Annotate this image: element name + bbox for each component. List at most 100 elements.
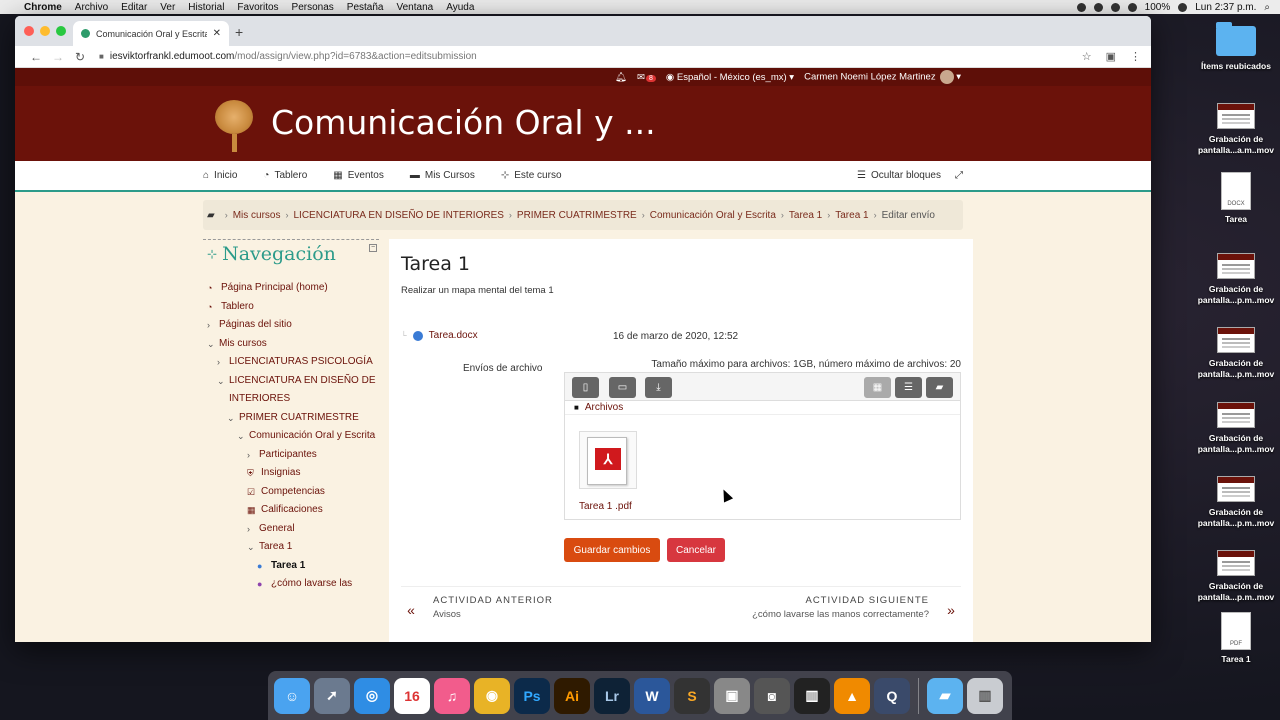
chevron-down-icon[interactable]: ⌄ bbox=[237, 427, 245, 446]
attachment-link[interactable]: Tarea.docx bbox=[429, 330, 478, 341]
bluetooth-icon[interactable] bbox=[1110, 2, 1120, 12]
file-name[interactable]: Tarea 1 .pdf bbox=[579, 501, 637, 512]
view-list-button[interactable]: ☰ bbox=[895, 377, 922, 398]
collapse-block-icon[interactable]: − bbox=[369, 244, 377, 252]
nav-tree-item[interactable]: ◔ Tablero bbox=[203, 298, 379, 317]
record-icon[interactable] bbox=[1076, 2, 1086, 12]
chevron-down-icon[interactable]: ⌄ bbox=[217, 372, 225, 391]
chrome-icon[interactable]: ◉ bbox=[474, 677, 510, 714]
nav-tablero[interactable]: ◔ Tablero bbox=[263, 170, 307, 181]
launchpad-icon[interactable]: ➚ bbox=[314, 677, 350, 714]
quicktime-icon[interactable]: Q bbox=[874, 677, 910, 714]
chevron-down-icon[interactable]: ⌄ bbox=[247, 538, 255, 557]
nav-tree-item[interactable]: ▦ Calificaciones bbox=[203, 501, 379, 520]
word-icon[interactable]: W bbox=[634, 677, 670, 714]
desktop-icon-pdf[interactable]: PDF Tarea 1 bbox=[1196, 612, 1276, 665]
nav-tree-item[interactable]: › General bbox=[203, 520, 379, 539]
close-window-icon[interactable] bbox=[24, 26, 34, 36]
browser-tab[interactable]: Comunicación Oral y Escrita: Tar ✕ bbox=[73, 21, 229, 46]
nav-eventos[interactable]: ▦ Eventos bbox=[333, 170, 384, 181]
breadcrumb-link[interactable]: PRIMER CUATRIMESTRE bbox=[517, 210, 637, 221]
download-button[interactable]: ⤓ bbox=[645, 377, 672, 398]
hide-blocks-button[interactable]: ☰ Ocultar bloques bbox=[857, 170, 941, 181]
nav-tree-item[interactable]: ⌄ PRIMER CUATRIMESTRE bbox=[203, 409, 379, 428]
menu-ayuda[interactable]: Ayuda bbox=[446, 2, 474, 13]
music-icon[interactable]: ♫ bbox=[434, 677, 470, 714]
spotlight-icon[interactable]: ⌕ bbox=[1264, 2, 1270, 13]
nav-tree-item[interactable]: ● ¿cómo lavarse las bbox=[203, 575, 379, 594]
menu-ver[interactable]: Ver bbox=[160, 2, 175, 13]
battery-percent[interactable]: 100% bbox=[1145, 2, 1171, 13]
url-field[interactable]: ■ iesviktorfrankl.edumoot.com/mod/assign/… bbox=[99, 51, 1082, 62]
flag-icon[interactable] bbox=[1178, 2, 1188, 12]
minimize-window-icon[interactable] bbox=[40, 26, 50, 36]
trash-icon[interactable]: ▥ bbox=[967, 677, 1003, 714]
nav-tree-item[interactable]: ⌄ Mis cursos bbox=[203, 335, 379, 354]
menu-pestana[interactable]: Pestaña bbox=[347, 2, 384, 13]
menu-editar[interactable]: Editar bbox=[121, 2, 147, 13]
breadcrumb-link[interactable]: Mis cursos bbox=[233, 210, 281, 221]
back-icon[interactable]: ← bbox=[25, 50, 47, 64]
nav-inicio[interactable]: ⌂ Inicio bbox=[203, 170, 237, 181]
nav-tree-item[interactable]: › Participantes bbox=[203, 446, 379, 465]
desktop-icon-docx[interactable]: DOCX Tarea bbox=[1196, 172, 1276, 225]
chevron-down-icon[interactable]: ⌄ bbox=[227, 409, 235, 428]
messages-icon[interactable]: ✉ 8 bbox=[637, 72, 656, 83]
wifi-icon[interactable] bbox=[1127, 2, 1137, 12]
photo-booth-icon[interactable]: ◙ bbox=[754, 677, 790, 714]
chevron-down-icon[interactable]: ⌄ bbox=[207, 335, 215, 354]
chevron-right-icon[interactable]: › bbox=[207, 316, 215, 335]
desktop-icon-folder[interactable]: Ítems reubicados bbox=[1196, 22, 1276, 72]
sublime-icon[interactable]: S bbox=[674, 677, 710, 714]
save-button[interactable]: Guardar cambios bbox=[564, 538, 660, 562]
close-tab-icon[interactable]: ✕ bbox=[213, 28, 221, 39]
menu-favoritos[interactable]: Favoritos bbox=[237, 2, 278, 13]
user-menu[interactable]: Carmen Noemi López Martinez ▾ bbox=[804, 70, 961, 84]
new-tab-icon[interactable]: + bbox=[235, 24, 243, 40]
add-file-button[interactable]: ▯ bbox=[572, 377, 599, 398]
chevron-right-icon[interactable]: › bbox=[247, 520, 255, 539]
calendar-icon[interactable]: 16 bbox=[394, 677, 430, 714]
menu-ventana[interactable]: Ventana bbox=[397, 2, 434, 13]
nav-tree-item[interactable]: ● Tarea 1 bbox=[203, 557, 379, 576]
menu-archivo[interactable]: Archivo bbox=[75, 2, 108, 13]
nav-tree-item[interactable]: ⛨ Insignias bbox=[203, 464, 379, 483]
breadcrumb-link[interactable]: Tarea 1 bbox=[789, 210, 822, 221]
next-activity-link[interactable]: ACTIVIDAD SIGUIENTE ¿cómo lavarse las ma… bbox=[752, 595, 961, 625]
view-icons-button[interactable]: ▦ bbox=[864, 377, 891, 398]
menu-kebab-icon[interactable]: ⋮ bbox=[1130, 50, 1141, 63]
zoom-window-icon[interactable] bbox=[56, 26, 66, 36]
menu-personas[interactable]: Personas bbox=[292, 2, 334, 13]
fullscreen-icon[interactable]: ⤢ bbox=[955, 170, 963, 181]
vlc-icon[interactable]: ▲ bbox=[834, 677, 870, 714]
nav-tree-item[interactable]: › Páginas del sitio bbox=[203, 316, 379, 335]
forward-icon[interactable]: → bbox=[47, 50, 69, 64]
folder-open-icon[interactable]: ▰ bbox=[207, 210, 215, 221]
safari-icon[interactable]: ◎ bbox=[354, 677, 390, 714]
desktop-icon-recording[interactable]: Grabación de pantalla...p.m..mov bbox=[1196, 327, 1276, 380]
menu-historial[interactable]: Historial bbox=[188, 2, 224, 13]
breadcrumb-link[interactable]: LICENCIATURA EN DISEÑO DE INTERIORES bbox=[294, 210, 504, 221]
desktop-icon-recording[interactable]: Grabación de pantalla...p.m..mov bbox=[1196, 550, 1276, 603]
nav-tree-item[interactable]: ☑ Competencias bbox=[203, 483, 379, 502]
cancel-button[interactable]: Cancelar bbox=[667, 538, 725, 562]
illustrator-icon[interactable]: Ai bbox=[554, 677, 590, 714]
chevron-right-icon[interactable]: › bbox=[217, 353, 225, 372]
desktop-icon-recording[interactable]: Grabación de pantalla...a.m..mov bbox=[1196, 103, 1276, 156]
menu-app-name[interactable]: Chrome bbox=[24, 2, 62, 13]
breadcrumb-link[interactable]: Tarea 1 bbox=[835, 210, 868, 221]
clock[interactable]: Lun 2:37 p.m. bbox=[1195, 2, 1256, 13]
folder-path-link[interactable]: Archivos bbox=[585, 402, 623, 413]
desktop-icon-recording[interactable]: Grabación de pantalla...p.m..mov bbox=[1196, 476, 1276, 529]
nav-tree-item[interactable]: ⌄ Tarea 1 bbox=[203, 538, 379, 557]
desktop-icon-recording[interactable]: Grabación de pantalla...p.m..mov bbox=[1196, 253, 1276, 306]
desktop-icon-recording[interactable]: Grabación de pantalla...p.m..mov bbox=[1196, 402, 1276, 455]
nav-este-curso[interactable]: ⊹ Este curso bbox=[501, 170, 562, 181]
nav-tree-item[interactable]: › LICENCIATURAS PSICOLOGÍA bbox=[203, 353, 379, 372]
nav-tree-item[interactable]: ⌄ Comunicación Oral y Escrita bbox=[203, 427, 379, 446]
view-tree-button[interactable]: ▰ bbox=[926, 377, 953, 398]
downloads-folder-icon[interactable]: ▰ bbox=[927, 677, 963, 714]
nav-tree-item[interactable]: ⌄ LICENCIATURA EN DISEÑO DE INTERIORES bbox=[203, 372, 379, 409]
bell-icon[interactable]: 🔔︎ bbox=[615, 72, 627, 83]
bookmark-star-icon[interactable]: ☆ bbox=[1082, 50, 1092, 63]
